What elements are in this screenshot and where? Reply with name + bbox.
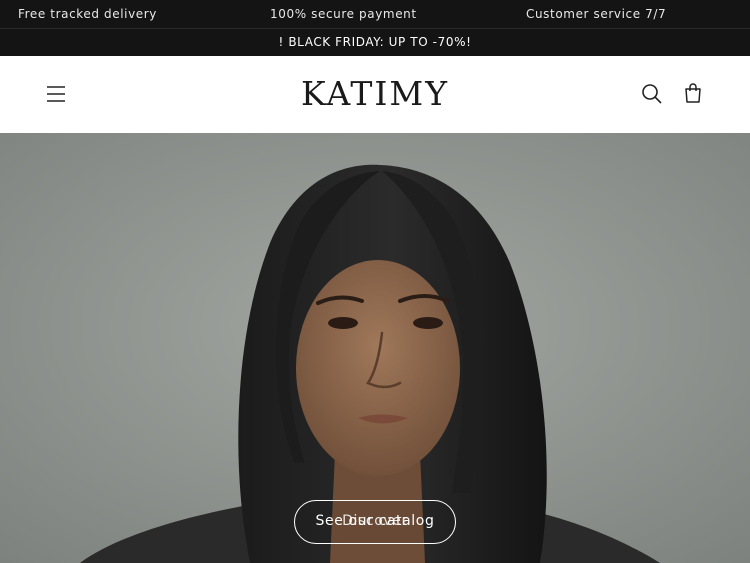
- cart-button[interactable]: [681, 81, 705, 105]
- info-delivery: Free tracked delivery: [18, 7, 157, 21]
- hero-banner: [0, 133, 750, 563]
- info-customer-service: Customer service 7/7: [526, 7, 667, 21]
- search-button[interactable]: [640, 82, 664, 106]
- hero-model-photo: [0, 133, 750, 563]
- discover-label: Discover: [342, 513, 408, 529]
- announcement-bar[interactable]: ! BLACK FRIDAY: UP TO -70%!: [0, 28, 750, 56]
- shopping-bag-icon: [685, 83, 701, 103]
- info-bar: Free tracked delivery 100% secure paymen…: [0, 0, 750, 28]
- search-icon: [642, 84, 662, 104]
- site-logo[interactable]: KATIMY: [0, 74, 750, 113]
- see-catalog-button[interactable]: See our catalog Discover: [294, 500, 456, 544]
- info-payment: 100% secure payment: [270, 7, 417, 21]
- site-header: KATIMY: [0, 56, 750, 133]
